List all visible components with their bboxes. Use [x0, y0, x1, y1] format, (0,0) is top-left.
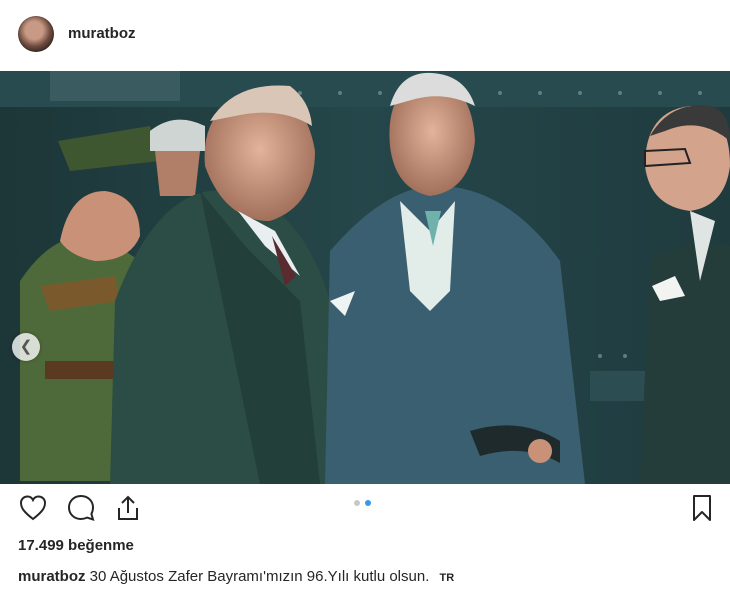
heart-icon [19, 495, 47, 521]
carousel-prev-button[interactable]: ❮ [12, 333, 40, 361]
post-photo-image [0, 71, 730, 484]
post-header: muratboz [0, 0, 730, 68]
bookmark-icon [693, 495, 711, 521]
carousel-dot [354, 500, 360, 506]
share-icon [118, 495, 138, 520]
comment-button[interactable] [66, 493, 96, 523]
avatar[interactable] [18, 16, 54, 52]
share-button[interactable] [113, 493, 143, 523]
chevron-left-icon: ❮ [19, 338, 33, 355]
post-actions [0, 488, 730, 532]
save-button[interactable] [687, 493, 717, 523]
post-caption: muratboz 30 Ağustos Zafer Bayramı'mızın … [18, 568, 454, 585]
caption-text: 30 Ağustos Zafer Bayramı'mızın 96.Yılı k… [89, 568, 430, 585]
carousel-indicator [354, 500, 371, 506]
like-button[interactable] [18, 493, 48, 523]
like-count[interactable]: 17.499 beğenme [18, 537, 134, 554]
language-badge[interactable]: TR [440, 572, 455, 584]
comment-icon [67, 494, 95, 522]
post-photo[interactable]: ❮ [0, 71, 730, 484]
post-username[interactable]: muratboz [68, 25, 136, 42]
carousel-dot-active [365, 500, 371, 506]
caption-username[interactable]: muratboz [18, 568, 86, 585]
